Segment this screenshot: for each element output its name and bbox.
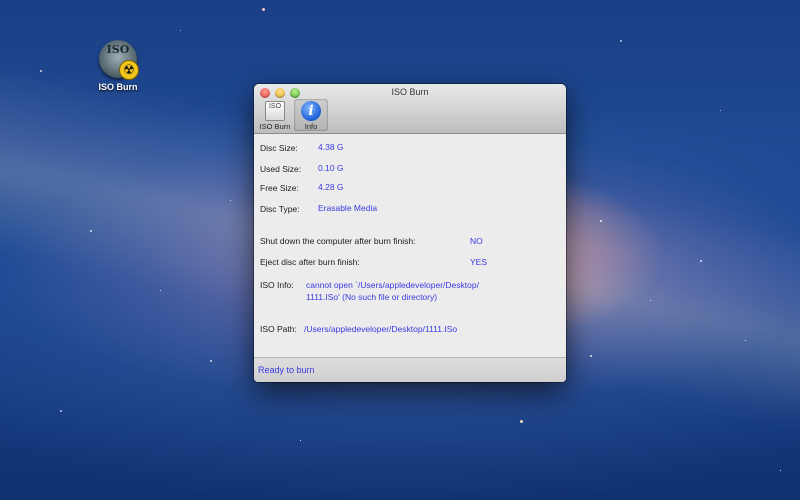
iso-path-value: /Users/appledeveloper/Desktop/1111.ISo — [304, 324, 458, 334]
toolbar: ISO ISO Burn i Info — [258, 99, 328, 131]
toolbar-info-label: Info — [304, 122, 318, 131]
iso-path-label: ISO Path: — [260, 324, 297, 334]
info-panel: Disc Size: 4.38 G Used Size: 0.10 G Free… — [254, 134, 566, 358]
star — [590, 355, 592, 357]
star — [720, 110, 721, 111]
free-size-value: 4.28 G — [318, 182, 344, 192]
disc-type-label: Disc Type: — [260, 204, 300, 214]
shutdown-value[interactable]: NO — [470, 236, 483, 246]
window-title: ISO Burn — [391, 87, 429, 97]
star — [520, 420, 523, 423]
radiation-icon: ☢ — [119, 60, 139, 80]
disc-size-label: Disc Size: — [260, 143, 298, 153]
star — [60, 410, 62, 412]
eject-value[interactable]: YES — [470, 257, 487, 267]
disc-icon-text: ISO — [106, 43, 130, 56]
star — [780, 470, 781, 471]
desktop-icon-label: ISO Burn — [98, 82, 138, 92]
shutdown-label: Shut down the computer after burn finish… — [260, 236, 416, 246]
disc-size-value: 4.38 G — [318, 142, 344, 152]
iso-info-line1: cannot open `/Users/appledeveloper/Deskt… — [306, 280, 479, 290]
free-size-label: Free Size: — [260, 183, 299, 193]
toolbar-iso-burn-label: ISO Burn — [259, 122, 291, 131]
desktop: ISO ☢ ISO Burn ISO Burn ISO ISO Burn i I… — [0, 0, 800, 500]
app-window: ISO Burn ISO ISO Burn i Info Disc Size: … — [254, 84, 566, 382]
iso-info-label: ISO Info: — [260, 280, 294, 290]
star — [262, 8, 265, 11]
star — [620, 40, 622, 42]
disc-icon: ISO ☢ — [99, 40, 139, 80]
used-size-label: Used Size: — [260, 164, 302, 174]
disc-type-value: Erasable Media — [318, 203, 378, 213]
eject-label: Eject disc after burn finish: — [260, 257, 360, 267]
star — [160, 290, 161, 291]
used-size-value: 0.10 G — [318, 163, 344, 173]
iso-burn-icon: ISO — [265, 101, 285, 121]
star — [745, 340, 746, 341]
info-icon: i — [301, 101, 321, 121]
star — [90, 230, 92, 232]
star — [40, 70, 42, 72]
status-text: Ready to burn — [258, 365, 315, 375]
toolbar-iso-burn-button[interactable]: ISO ISO Burn — [258, 99, 292, 131]
status-bar: Ready to burn — [254, 358, 566, 382]
window-titlebar[interactable]: ISO Burn ISO ISO Burn i Info — [254, 84, 566, 134]
star — [650, 300, 651, 301]
iso-info-line2: 1111.ISo' (No such file or directory) — [306, 292, 438, 302]
star — [600, 220, 602, 222]
star — [300, 440, 301, 441]
star — [700, 260, 702, 262]
star — [210, 360, 212, 362]
star — [230, 200, 231, 201]
toolbar-info-button[interactable]: i Info — [294, 99, 328, 131]
desktop-icon-iso-burn[interactable]: ISO ☢ ISO Burn — [92, 40, 144, 92]
star — [180, 30, 181, 31]
